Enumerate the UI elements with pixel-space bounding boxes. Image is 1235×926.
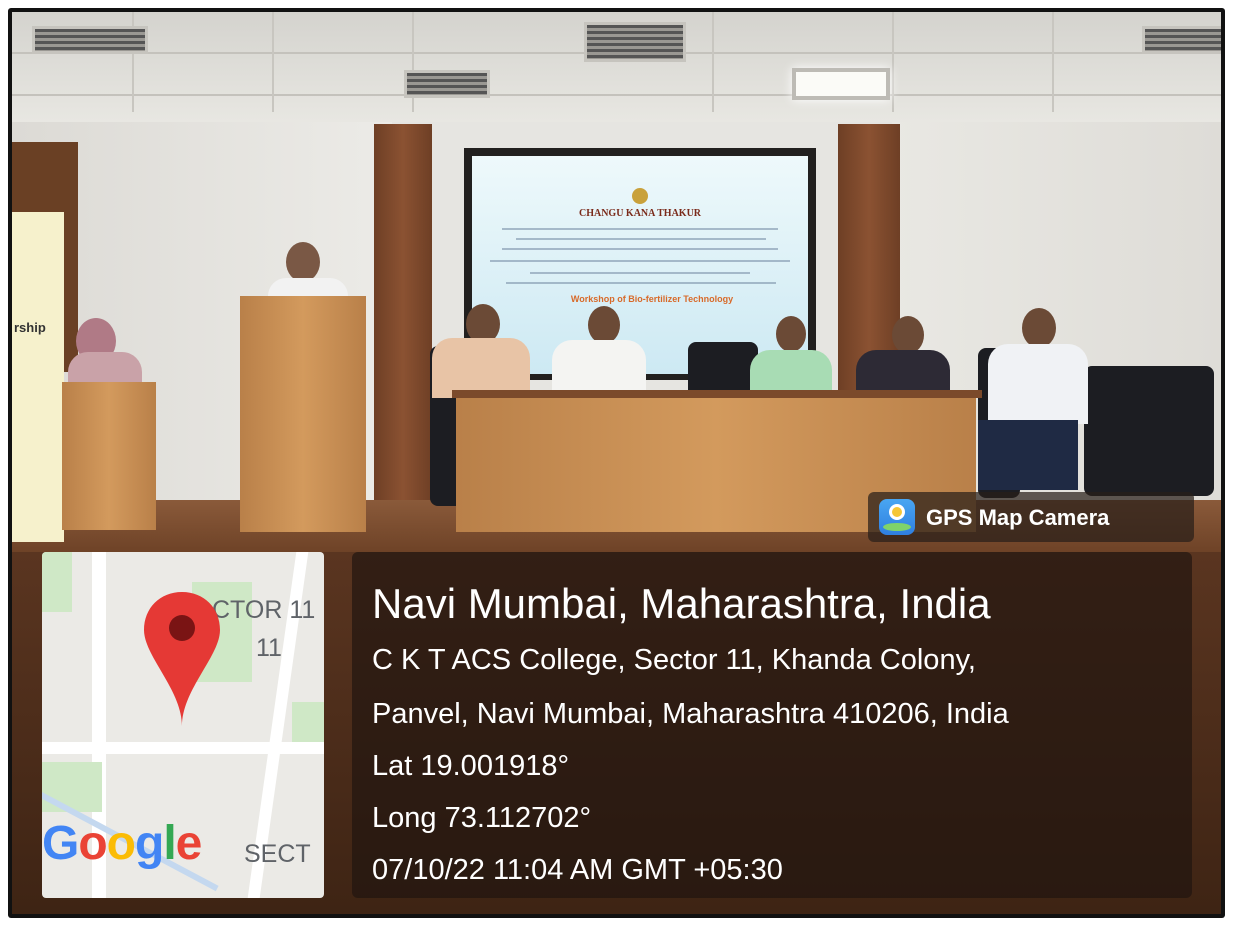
screen-text-line: [506, 282, 776, 284]
event-photo: CHANGU KANA THAKUR Workshop of Bio-ferti…: [12, 12, 1221, 914]
panelist-head: [892, 316, 924, 354]
latitude: Lat 19.001918°: [372, 750, 570, 782]
map-sector-label: 11: [256, 634, 282, 662]
gps-map-camera-icon: [879, 499, 915, 535]
screen-text-line: [502, 228, 778, 230]
ceiling-vent: [584, 22, 686, 62]
panelist-body: [432, 338, 530, 398]
wood-pillar: [374, 124, 432, 504]
screen-text-line: [502, 248, 778, 250]
ceiling-grid: [1052, 12, 1054, 112]
speaker-head: [286, 242, 320, 282]
map-sector-label: SECT: [244, 840, 311, 868]
panelist-body: [552, 340, 646, 396]
timestamp: 07/10/22 11:04 AM GMT +05:30: [372, 854, 783, 886]
map-park: [42, 552, 72, 612]
ceiling-vent: [1142, 26, 1221, 54]
ceiling-vent: [32, 26, 148, 54]
map-sector-label: CTOR 11: [212, 596, 316, 624]
address-line-1: C K T ACS College, Sector 11, Khanda Col…: [372, 644, 976, 676]
projector-screen: CHANGU KANA THAKUR Workshop of Bio-ferti…: [472, 156, 808, 374]
podium: [240, 296, 366, 532]
screen-text-line: [530, 272, 750, 274]
panelist-body: [988, 344, 1088, 424]
map-park: [292, 702, 324, 742]
screen-event-title: Workshop of Bio-fertilizer Technology: [570, 294, 734, 304]
photo-frame: CHANGU KANA THAKUR Workshop of Bio-ferti…: [8, 8, 1225, 918]
banner-text: rship: [14, 320, 46, 335]
map-pin-icon: [144, 592, 220, 726]
screen-text-line: [490, 260, 790, 262]
side-desk: [62, 382, 156, 530]
location-info-panel: Navi Mumbai, Maharashtra, India C K T AC…: [352, 552, 1192, 898]
chair: [1084, 366, 1214, 496]
screen-title: CHANGU KANA THAKUR: [578, 208, 702, 219]
panelist-head: [1022, 308, 1056, 348]
panelist-head: [588, 306, 620, 344]
address-line-2: Panvel, Navi Mumbai, Maharashtra 410206,…: [372, 698, 1009, 730]
standee-banner: rship: [12, 212, 64, 542]
ceiling-grid: [712, 12, 714, 112]
map-park: [42, 762, 102, 812]
map-road: [42, 742, 324, 754]
location-map: CTOR 11 11 SECT Google: [42, 552, 324, 898]
ceiling-light: [792, 68, 890, 100]
location-title: Navi Mumbai, Maharashtra, India: [372, 580, 991, 627]
screen-text-line: [516, 238, 766, 240]
gps-map-camera-badge: GPS Map Camera: [868, 492, 1194, 542]
panelist-trousers: [978, 420, 1078, 490]
panelist-head: [776, 316, 806, 352]
ceiling-vent: [404, 70, 490, 98]
ceiling-grid: [272, 12, 274, 112]
college-logo: [632, 188, 648, 204]
google-logo: Google: [42, 817, 202, 870]
head-table-top: [452, 390, 982, 398]
ceiling-grid: [12, 94, 1221, 96]
longitude: Long 73.112702°: [372, 802, 592, 834]
ceiling-grid: [892, 12, 894, 112]
gps-badge-label: GPS Map Camera: [926, 505, 1110, 530]
